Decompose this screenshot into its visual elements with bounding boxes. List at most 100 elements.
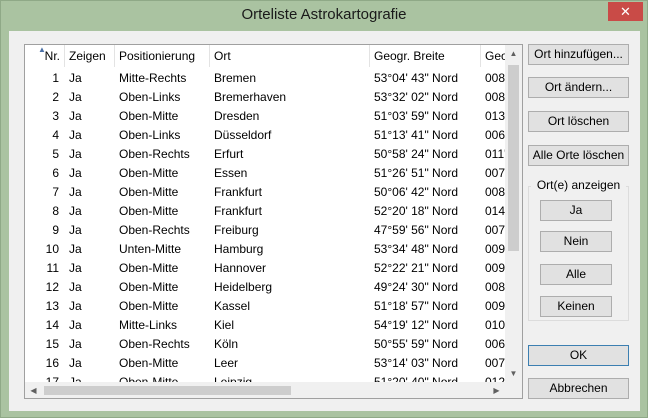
cell-nr: 7 — [52, 185, 59, 199]
cell-laenge: 011' — [485, 147, 505, 161]
cell-breite: 51°03' 59" Nord — [374, 109, 459, 123]
delete-place-button[interactable]: Ort löschen — [528, 111, 629, 132]
cell-ort: Kassel — [214, 299, 251, 313]
table-row[interactable]: 17 Ja Oben-Mitte Leipzig 51°20' 40" Nord 012' — [25, 373, 505, 382]
add-place-button[interactable]: Ort hinzufügen... — [528, 44, 629, 65]
table-row[interactable]: 13 Ja Oben-Mitte Kassel 51°18' 57" Nord 009' — [25, 297, 505, 316]
cell-positionierung: Oben-Rechts — [119, 223, 190, 237]
table-row[interactable]: 14 Ja Mitte-Links Kiel 54°19' 12" Nord 010' — [25, 316, 505, 335]
scroll-right-icon[interactable]: ▶ — [488, 382, 505, 398]
cell-laenge: 009' — [485, 242, 505, 256]
cell-zeigen: Ja — [69, 166, 82, 180]
cell-positionierung: Oben-Mitte — [119, 375, 179, 382]
cell-zeigen: Ja — [69, 128, 82, 142]
table-row[interactable]: 9 Ja Oben-Rechts Freiburg 47°59' 56" Nord 007… — [25, 221, 505, 240]
window-title: Orteliste Astrokartografie — [241, 6, 407, 23]
cell-nr: 16 — [45, 356, 59, 370]
dialog-window: Orteliste Astrokartografie ✕ ▲ Nr. Zeige… — [0, 0, 648, 418]
table-row[interactable]: 4 Ja Oben-Links Düsseldorf 51°13' 41" Nord 00… — [25, 126, 505, 145]
cell-nr: 6 — [52, 166, 59, 180]
cell-breite: 51°18' 57" Nord — [374, 299, 459, 313]
table-row[interactable]: 5 Ja Oben-Rechts Erfurt 50°58' 24" Nord 011' — [25, 145, 505, 164]
table-row[interactable]: 11 Ja Oben-Mitte Hannover 52°22' 21" Nord 009… — [25, 259, 505, 278]
cell-zeigen: Ja — [69, 356, 82, 370]
places-list[interactable]: ▲ Nr. Zeigen Positionierung Ort Geogr. B… — [24, 44, 523, 399]
cell-positionierung: Oben-Rechts — [119, 147, 190, 161]
cell-ort: Leipzig — [214, 375, 253, 382]
horizontal-scrollbar[interactable]: ◀ ▶ — [25, 382, 505, 398]
cell-laenge: 010' — [485, 318, 505, 332]
table-row[interactable]: 1 Ja Mitte-Rechts Bremen 53°04' 43" Nord 008' — [25, 69, 505, 88]
vertical-scrollbar[interactable]: ▲ ▼ — [505, 45, 522, 382]
scroll-down-icon[interactable]: ▼ — [505, 365, 522, 382]
table-row[interactable]: 7 Ja Oben-Mitte Frankfurt 50°06' 42" Nord 008… — [25, 183, 505, 202]
cell-ort: Dresden — [214, 109, 260, 123]
cell-zeigen: Ja — [69, 185, 82, 199]
close-button[interactable]: ✕ — [608, 2, 643, 21]
cell-breite: 53°32' 02" Nord — [374, 90, 459, 104]
cell-nr: 14 — [45, 318, 59, 332]
cell-breite: 51°26' 51" Nord — [374, 166, 459, 180]
delete-all-places-button[interactable]: Alle Orte löschen — [528, 145, 629, 166]
cell-zeigen: Ja — [69, 204, 82, 218]
cell-breite: 53°04' 43" Nord — [374, 71, 459, 85]
cell-positionierung: Oben-Links — [119, 128, 181, 142]
cell-zeigen: Ja — [69, 261, 82, 275]
cell-breite: 52°20' 18" Nord — [374, 204, 459, 218]
cell-positionierung: Oben-Mitte — [119, 356, 179, 370]
cell-zeigen: Ja — [69, 299, 82, 313]
cancel-button[interactable]: Abbrechen — [528, 378, 629, 399]
scroll-left-icon[interactable]: ◀ — [25, 382, 42, 398]
cell-zeigen: Ja — [69, 109, 82, 123]
cell-laenge: 006' — [485, 128, 505, 142]
cell-ort: Erfurt — [214, 147, 244, 161]
cell-ort: Köln — [214, 337, 239, 351]
table-row[interactable]: 16 Ja Oben-Mitte Leer 53°14' 03" Nord 007' — [25, 354, 505, 373]
cell-ort: Freiburg — [214, 223, 259, 237]
cell-nr: 10 — [45, 242, 59, 256]
cell-ort: Hannover — [214, 261, 267, 275]
vertical-scroll-thumb[interactable] — [508, 65, 519, 251]
table-row[interactable]: 6 Ja Oben-Mitte Essen 51°26' 51" Nord 007' — [25, 164, 505, 183]
cell-ort: Bremerhaven — [214, 90, 287, 104]
cell-ort: Düsseldorf — [214, 128, 272, 142]
cell-positionierung: Mitte-Rechts — [119, 71, 187, 85]
cell-breite: 50°55' 59" Nord — [374, 337, 459, 351]
show-yes-button[interactable]: Ja — [540, 200, 612, 221]
cell-positionierung: Oben-Links — [119, 90, 181, 104]
cell-laenge: 007' — [485, 356, 505, 370]
cell-laenge: 008' — [485, 71, 505, 85]
cell-nr: 5 — [52, 147, 59, 161]
cell-ort: Hamburg — [214, 242, 264, 256]
edit-place-button[interactable]: Ort ändern... — [528, 77, 629, 98]
cell-nr: 11 — [46, 261, 59, 275]
table-row[interactable]: 10 Ja Unten-Mitte Hamburg 53°34' 48" Nord 009… — [25, 240, 505, 259]
column-header-ort[interactable]: Ort — [210, 45, 370, 67]
table-row[interactable]: 2 Ja Oben-Links Bremerhaven 53°32' 02" Nord 0… — [25, 88, 505, 107]
cell-zeigen: Ja — [69, 337, 82, 351]
cell-breite: 50°06' 42" Nord — [374, 185, 459, 199]
show-all-button[interactable]: Alle — [540, 264, 612, 285]
cell-nr: 3 — [52, 109, 59, 123]
column-header-nr[interactable]: ▲ Nr. — [25, 45, 65, 67]
cell-nr: 13 — [45, 299, 59, 313]
table-row[interactable]: 15 Ja Oben-Rechts Köln 50°55' 59" Nord 006' — [25, 335, 505, 354]
table-row[interactable]: 8 Ja Oben-Mitte Frankfurt 52°20' 18" Nord 014… — [25, 202, 505, 221]
cell-ort: Heidelberg — [214, 280, 273, 294]
column-header-zeigen[interactable]: Zeigen — [65, 45, 115, 67]
scroll-up-icon[interactable]: ▲ — [505, 45, 522, 62]
horizontal-scroll-thumb[interactable] — [44, 386, 291, 395]
ok-button[interactable]: OK — [528, 345, 629, 366]
table-row[interactable]: 12 Ja Oben-Mitte Heidelberg 49°24' 30" Nord 0… — [25, 278, 505, 297]
cell-ort: Frankfurt — [214, 185, 263, 199]
column-header-breite[interactable]: Geogr. Breite — [370, 45, 481, 67]
table-row[interactable]: 3 Ja Oben-Mitte Dresden 51°03' 59" Nord 013' — [25, 107, 505, 126]
show-none-button[interactable]: Keinen — [540, 296, 612, 317]
cell-laenge: 007' — [485, 166, 505, 180]
column-header-positionierung[interactable]: Positionierung — [115, 45, 210, 67]
cell-laenge: 009' — [485, 299, 505, 313]
show-no-button[interactable]: Nein — [540, 231, 612, 252]
title-bar[interactable]: Orteliste Astrokartografie ✕ — [1, 1, 647, 31]
cell-laenge: 012' — [485, 375, 505, 382]
sort-ascending-icon: ▲ — [38, 45, 46, 54]
